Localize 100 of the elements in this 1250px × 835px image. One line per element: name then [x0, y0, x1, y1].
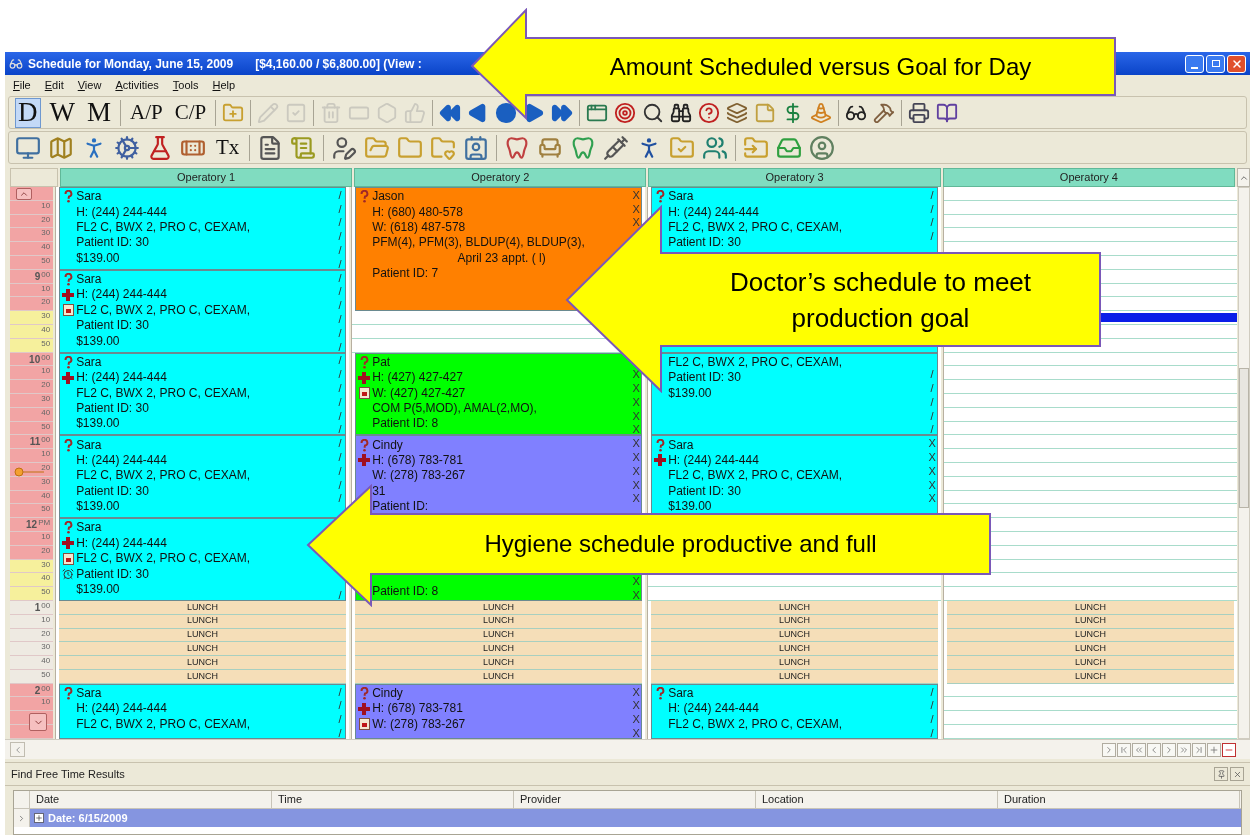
first-page-icon[interactable]	[1117, 742, 1131, 757]
expand-toggle[interactable]	[34, 813, 44, 823]
next-icon[interactable]	[1162, 742, 1176, 757]
appointment-block[interactable]: Cindy H: (678) 783-781 W: (278) 783-267 X X X X	[355, 683, 643, 739]
appointment-text: FL2 C, BWX 2, PRO C, CEXAM,	[668, 354, 843, 370]
menu-item[interactable]: Edit	[44, 77, 64, 94]
previous-icon[interactable]	[1147, 742, 1161, 757]
lunch-slot: LUNCH	[59, 656, 347, 670]
appointment-block[interactable]: Pat H: (427) 427-427 W: (427) 427-427 COM P(5,MOD), AMAL(2,MO), Patient ID: 8 X X X X X	[355, 352, 643, 436]
toolbar-button[interactable]: C/P	[171, 97, 210, 128]
column-header[interactable]: Duration	[998, 791, 1240, 808]
close-button[interactable]	[1227, 54, 1246, 73]
question-mark-icon	[655, 190, 665, 204]
column-header[interactable]: Time	[272, 791, 514, 808]
scrollbar-thumb[interactable]	[1239, 368, 1249, 508]
search-icon[interactable]	[642, 101, 665, 124]
double-right-icon[interactable]	[1177, 742, 1191, 757]
hour-label: 11	[29, 435, 41, 449]
folder-plus-icon[interactable]	[222, 101, 245, 124]
syringe-icon[interactable]	[603, 134, 630, 161]
appointment-block[interactable]: FL2 C, BWX 2, PRO C, CEXAM, Patient ID: 30 $139.00 / / / / /	[651, 352, 939, 436]
appointment-text: Patient ID: 30	[76, 566, 149, 582]
book-icon[interactable]	[936, 101, 959, 124]
folder-icon[interactable]	[397, 134, 424, 161]
close-icon[interactable]	[1230, 767, 1244, 781]
status-mark: X	[632, 492, 640, 505]
user-icon[interactable]	[809, 134, 836, 161]
target-icon[interactable]	[614, 101, 637, 124]
sticky-note-icon[interactable]	[754, 101, 777, 124]
help-circle-icon[interactable]	[698, 101, 721, 124]
binoculars-icon[interactable]	[670, 101, 693, 124]
map-icon[interactable]	[48, 134, 74, 161]
next-icon[interactable]	[1102, 742, 1116, 757]
contact-card-icon[interactable]	[463, 134, 490, 161]
menu-item[interactable]: File	[13, 77, 31, 94]
remove-icon[interactable]	[1222, 742, 1236, 757]
appointment-block[interactable]: Sara H: (244) 244-444 FL2 C, BWX 2, PRO C, CEXAM, Patient ID: 30 $139.00 /	[59, 518, 347, 601]
status-mark: /	[930, 202, 934, 215]
hour-label: 2	[34, 683, 41, 697]
appointment-block[interactable]: Sara H: (244) 244-444 FL2 C, BWX 2, PRO C, CEXAM, / / / /	[59, 683, 347, 739]
folder-open-icon[interactable]	[364, 134, 391, 161]
column-header[interactable]: Provider	[514, 791, 756, 808]
appointment-block[interactable]: Sara H: (244) 244-444 FL2 C, BWX 2, PRO C, CEXAM, Patient ID: 30 $139.00 / / / / / /	[59, 352, 347, 436]
folder-check-icon[interactable]	[669, 134, 696, 161]
status-mark: X	[632, 713, 640, 726]
appointment-text: $139.00	[76, 581, 120, 597]
appointment-text: Cindy	[372, 437, 403, 453]
column-header[interactable]: Date	[30, 791, 272, 808]
appointment-block[interactable]: Sara H: (244) 244-444 FL2 C, BWX 2, PRO C, CEXAM, Patient ID: 30 $139.00 / / / / /	[59, 435, 347, 519]
user-pen-icon[interactable]	[331, 134, 358, 161]
folder-heart-icon[interactable]	[430, 134, 457, 161]
toolbar-button[interactable]: M	[84, 97, 114, 128]
operatory-header: Operatory 1	[59, 168, 353, 187]
callout-text: Hygiene schedule productive and full	[483, 529, 878, 559]
notes-icon[interactable]	[290, 134, 317, 161]
minute-label: 50	[41, 338, 51, 349]
traffic-cone-icon[interactable]	[810, 101, 833, 124]
minute-label: 20	[41, 297, 51, 308]
toolbar-button[interactable]: Tx	[213, 132, 243, 163]
layers-icon[interactable]	[726, 101, 749, 124]
flask-icon[interactable]	[147, 134, 173, 161]
circle-icon[interactable]	[495, 101, 518, 124]
scroll-up-button[interactable]	[16, 188, 32, 200]
monitor-icon[interactable]	[15, 134, 41, 161]
toolbar-button[interactable]: W	[46, 97, 78, 128]
double-left-icon[interactable]	[1132, 742, 1146, 757]
users-icon[interactable]	[702, 134, 729, 161]
restore-button[interactable]	[1206, 54, 1225, 73]
menu-item[interactable]: Activities	[115, 77, 159, 94]
hammer-icon[interactable]	[873, 101, 896, 124]
appointment-text: Patient ID: 8	[372, 416, 439, 432]
appointment-block[interactable]: Sara H: (244) 244-444 FL2 C, BWX 2, PRO C, CEXAM, Patient ID: 30 $139.00 / / / / / /	[59, 269, 347, 353]
menu-item[interactable]: Help	[212, 77, 236, 94]
toolbar-button[interactable]: A/P	[127, 97, 166, 128]
operatory-header: Operatory 2	[354, 168, 647, 187]
appointment-block[interactable]: Sara H: (244) 244-444 FL2 C, BWX 2, PRO C, CEXAM, / / / /	[651, 683, 939, 739]
status-mark: X	[632, 685, 640, 698]
hour-label: 12	[26, 518, 38, 532]
scroll-up-button[interactable]	[1237, 168, 1250, 187]
appointment-block[interactable]: Jason H: (680) 480-578 W: (618) 487-578 PFM(4), PFM(3), BLDUP(4), BLDUP(3), April 23 appt. ( l) Patient ID: 7 X X X	[355, 187, 643, 312]
hour-label: 1	[34, 600, 41, 614]
status-mark: /	[338, 257, 342, 269]
scroll-down-button[interactable]	[29, 713, 48, 731]
minute-label: 40	[41, 242, 51, 253]
question-mark-icon	[655, 438, 665, 452]
vertical-scrollbar[interactable]	[1238, 187, 1250, 739]
gear-icon[interactable]	[114, 134, 140, 161]
appointment-block[interactable]: Sara H: (244) 244-444 FL2 C, BWX 2, PRO C, CEXAM, Patient ID: 30 $139.00 / / / / / /	[59, 187, 347, 270]
appointment-text: $139.00	[76, 250, 120, 266]
appointment-text: Patient ID:	[372, 499, 429, 515]
folder-input-icon[interactable]	[743, 134, 770, 161]
minimize-button[interactable]	[1185, 54, 1204, 73]
printer-icon[interactable]	[908, 101, 931, 124]
status-mark: /	[338, 202, 342, 215]
pin-icon[interactable]	[1214, 767, 1228, 781]
menu-item[interactable]: Tools	[172, 77, 199, 94]
last-page-icon[interactable]	[1192, 742, 1206, 757]
menu-item[interactable]: View	[77, 77, 102, 94]
column-header[interactable]: Location	[756, 791, 998, 808]
toolbar-button[interactable]: D	[15, 97, 41, 128]
